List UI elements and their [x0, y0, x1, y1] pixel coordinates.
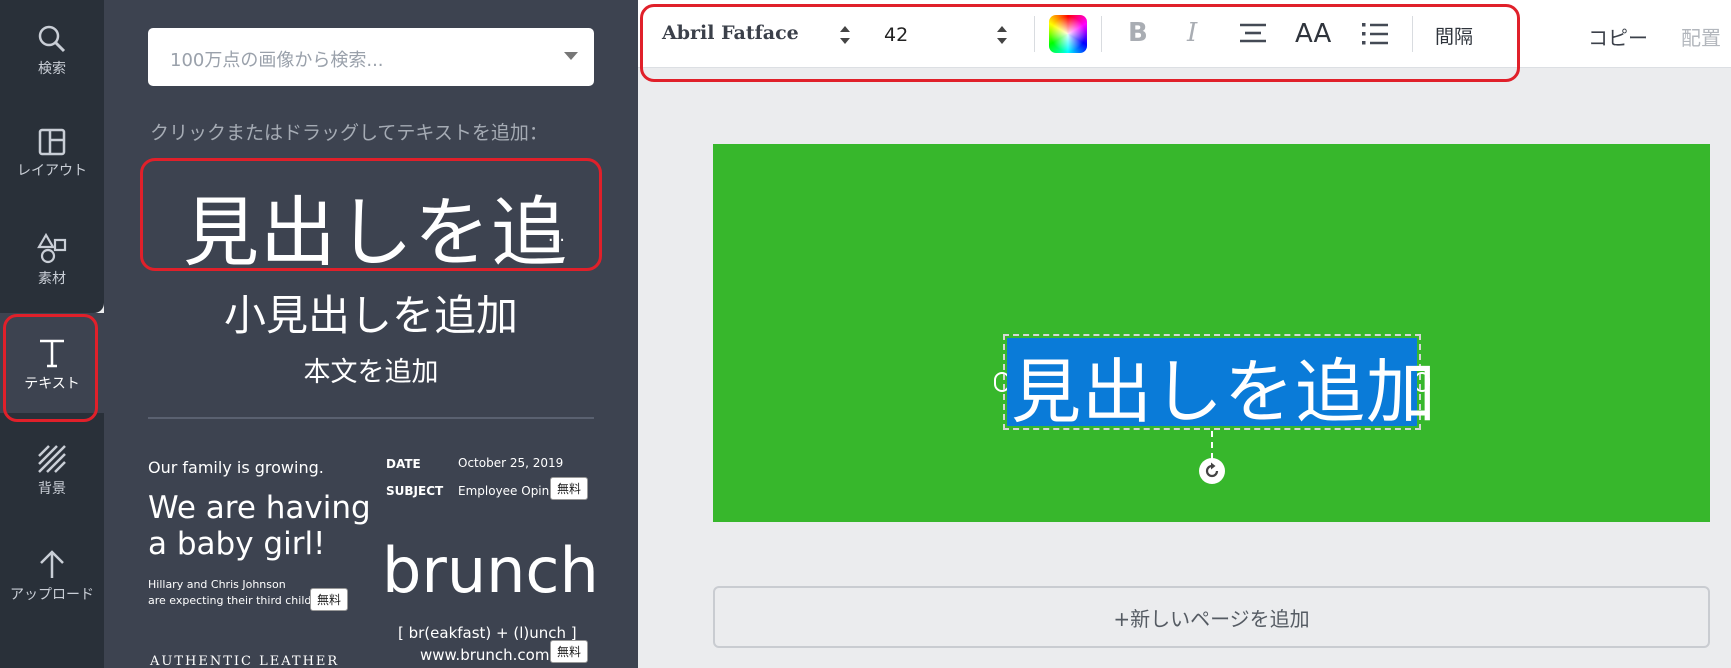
align-center-icon[interactable] [1239, 22, 1267, 46]
selected-heading-text[interactable]: 見出しを追加 [1011, 336, 1437, 437]
template-brunch-url: www.brunch.com [420, 646, 550, 664]
template-family-line2: We are having [148, 490, 371, 526]
nav-search-label: 検索 [38, 61, 66, 77]
nav-search[interactable]: 検索 [0, 0, 104, 100]
font-family-stepper-icon[interactable] [840, 26, 850, 44]
font-size-stepper-icon[interactable] [997, 26, 1007, 44]
template-memo-subject-label: SUBJECT [386, 484, 444, 498]
nav-elements-label: 素材 [38, 271, 66, 287]
arrange-button[interactable]: 配置 [1681, 22, 1721, 51]
template-brunch-tagline: [ br(eakfast) + (l)unch ] [398, 624, 577, 642]
text-color-button[interactable] [1049, 15, 1087, 53]
add-body-text-button[interactable]: 本文を追加 [104, 350, 638, 389]
list-icon[interactable] [1362, 22, 1388, 46]
add-subheading-button[interactable]: 小見出しを追加 [104, 282, 638, 343]
add-heading-label: 見出しを追 [183, 188, 568, 271]
image-search-input[interactable]: 100万点の画像から検索... [148, 28, 594, 86]
template-memo-date-value: October 25, 2019 [458, 456, 564, 470]
template-family-line5: are expecting their third child [148, 594, 312, 607]
chevron-down-icon[interactable] [564, 52, 578, 60]
search-placeholder: 100万点の画像から検索... [170, 50, 384, 71]
selected-text-box[interactable]: 見出しを追加 [1003, 334, 1436, 433]
add-page-label: +新しいページを追加 [1113, 606, 1310, 631]
nav-background-label: 背景 [38, 481, 66, 497]
search-icon [38, 25, 66, 53]
nav-layout[interactable]: レイアウト [0, 104, 104, 204]
toolbar-separator [1034, 16, 1035, 52]
rotate-icon [1205, 462, 1219, 478]
upload-icon [40, 550, 64, 578]
template-leather-title[interactable]: AUTHENTIC LEATHER [150, 654, 339, 668]
italic-button[interactable]: I [1187, 18, 1197, 48]
template-family-line3: a baby girl! [148, 526, 326, 562]
add-heading-button[interactable]: 見出しを追 ... [140, 158, 602, 271]
panel-divider [148, 417, 594, 419]
add-page-button[interactable]: +新しいページを追加 [713, 586, 1710, 648]
spacing-button[interactable]: 間隔 [1435, 22, 1473, 49]
nav-elements[interactable]: 素材 [0, 208, 104, 308]
background-icon [38, 445, 66, 473]
nav-text-highlight [3, 314, 98, 422]
nav-text[interactable]: テキスト [0, 313, 104, 422]
toolbar-separator [1412, 16, 1413, 52]
rotate-handle[interactable] [1199, 458, 1225, 484]
font-family-select[interactable]: Abril Fatface [662, 22, 799, 44]
free-badge: 無料 [310, 588, 349, 611]
rotate-connector [1211, 431, 1213, 459]
template-memo-date-label: DATE [386, 457, 421, 471]
nav-upload-label: アップロード [10, 587, 94, 603]
free-badge: 無料 [550, 640, 589, 663]
add-heading-ellipsis: ... [547, 225, 565, 246]
elements-icon [37, 232, 67, 264]
nav-upload[interactable]: アップロード [0, 524, 104, 624]
nav-background[interactable]: 背景 [0, 420, 104, 520]
nav-layout-label: レイアウト [17, 163, 87, 179]
font-size-select[interactable]: 42 [884, 24, 908, 46]
layout-icon [38, 128, 66, 156]
template-family-line4: Hillary and Chris Johnson [148, 578, 286, 591]
template-memo-subject-value: Employee Opinio [458, 484, 560, 498]
free-badge: 無料 [550, 477, 589, 500]
template-brunch-title: brunch [382, 534, 599, 607]
add-text-hint: クリックまたはドラッグしてテキストを追加： [150, 122, 548, 144]
toolbar-separator [1101, 16, 1102, 52]
side-nav: 検索 レイアウト 素材 テキスト 背景 アップロード [0, 0, 104, 668]
text-panel: 100万点の画像から検索... クリックまたはドラッグしてテキストを追加： 見出… [104, 0, 638, 668]
template-family-line1: Our family is growing. [148, 458, 324, 477]
bold-button[interactable]: B [1128, 18, 1148, 48]
copy-button[interactable]: コピー [1588, 22, 1648, 51]
text-case-button[interactable]: AA [1295, 19, 1331, 49]
